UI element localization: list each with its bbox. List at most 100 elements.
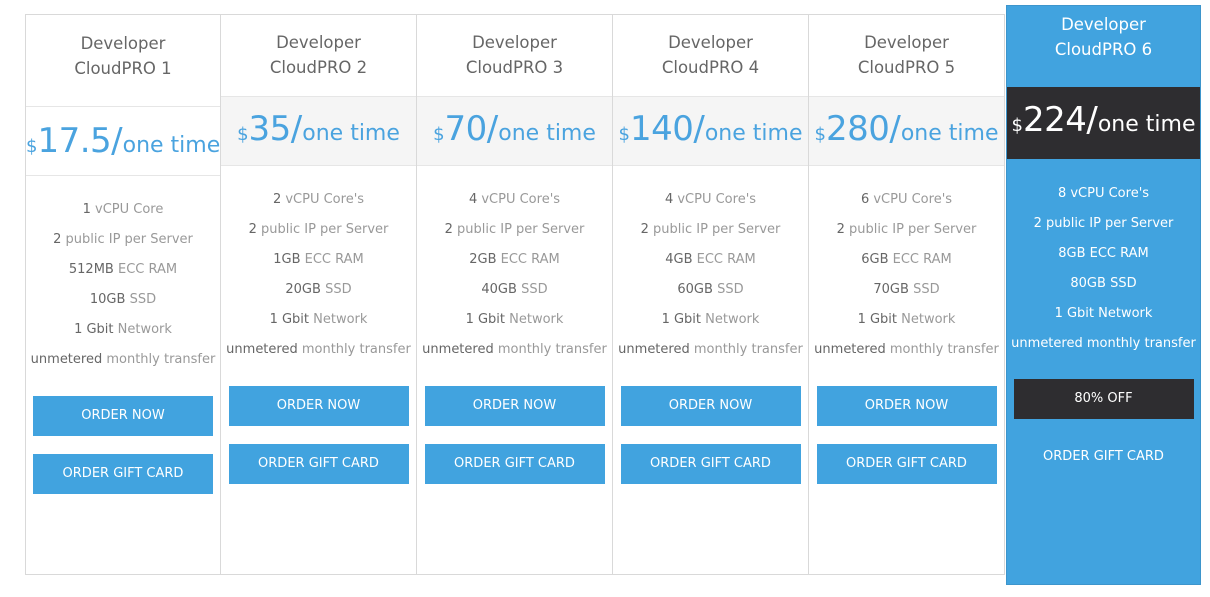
feature-value: 1 Gbit (857, 312, 898, 327)
feature-label: Network (113, 322, 172, 337)
order-now-button[interactable]: ORDER NOW (816, 386, 997, 426)
plan-card-cloudpro-2: Developer CloudPRO 2 $35/one time 2 vCPU… (221, 14, 417, 575)
feature-label: monthly transfer (689, 342, 803, 357)
price-period: one time (900, 121, 999, 146)
feature-value: 1 Gbit (74, 322, 114, 337)
plan-price: $280/one time (809, 96, 1004, 166)
feature-label: public IP per Server (452, 222, 585, 237)
discount-80-off-button[interactable]: 80% OFF (1013, 379, 1194, 419)
feature-label: monthly transfer (1082, 336, 1196, 351)
feature-label: monthly transfer (885, 342, 999, 357)
feature-ssd: 70GB SSD (809, 275, 1004, 305)
price-slash: / (111, 121, 123, 161)
order-gift-card-button[interactable]: ORDER GIFT CARD (620, 444, 801, 484)
feature-network: 1 Gbit Network (417, 305, 612, 335)
feature-label: SSD (908, 282, 940, 297)
price-period: one time (302, 121, 400, 146)
feature-ssd: 20GB SSD (221, 275, 416, 305)
order-gift-card-button[interactable]: ORDER GIFT CARD (33, 454, 213, 494)
plan-title-line2: CloudPRO 1 (74, 59, 172, 78)
feature-value: 4 (664, 192, 674, 207)
feature-transfer: unmetered monthly transfer (221, 335, 416, 365)
plan-features: 4 vCPU Core's 2 public IP per Server 2GB… (417, 166, 612, 365)
plan-title: Developer CloudPRO 3 (417, 15, 612, 96)
feature-label: vCPU Core's (477, 192, 561, 207)
feature-vcpu: 4 vCPU Core's (417, 185, 612, 215)
feature-transfer: unmetered monthly transfer (1007, 329, 1200, 359)
feature-value: 1GB (273, 252, 301, 267)
price-slash: / (693, 109, 705, 149)
feature-value: 2 (444, 222, 453, 237)
feature-label: public IP per Server (1041, 216, 1174, 231)
order-gift-card-button[interactable]: ORDER GIFT CARD (816, 444, 997, 484)
plan-card-cloudpro-6: Developer CloudPRO 6 $224/one time 8 vCP… (1006, 5, 1201, 585)
price-currency: $ (433, 124, 445, 145)
feature-label: Network (505, 312, 564, 327)
price-amount: 70 (444, 109, 488, 149)
feature-label: Network (701, 312, 760, 327)
plan-title-line2: CloudPRO 3 (465, 58, 564, 77)
feature-transfer: unmetered monthly transfer (809, 335, 1004, 365)
plan-features: 6 vCPU Core's 2 public IP per Server 6GB… (809, 166, 1004, 365)
feature-value: 2 (640, 222, 649, 237)
price-slash: / (290, 109, 303, 149)
feature-label: vCPU Core's (673, 192, 757, 207)
plan-price: $224/one time (1007, 87, 1200, 159)
feature-value: 10GB (89, 292, 126, 307)
feature-label: Network (1094, 306, 1153, 321)
order-gift-card-button[interactable]: ORDER GIFT CARD (228, 444, 409, 484)
feature-ip: 2 public IP per Server (417, 215, 612, 245)
feature-label: public IP per Server (61, 232, 193, 247)
feature-ip: 2 public IP per Server (26, 225, 220, 255)
price-currency: $ (237, 124, 249, 145)
price-currency: $ (26, 136, 38, 157)
feature-value: 1 Gbit (269, 312, 310, 327)
plan-price: $140/one time (613, 96, 808, 166)
feature-value: unmetered (1011, 336, 1083, 351)
feature-value: 8GB (1058, 246, 1086, 261)
feature-network: 1 Gbit Network (26, 315, 220, 345)
price-currency: $ (814, 124, 826, 145)
plan-price: $17.5/one time (26, 106, 220, 176)
plan-title-line2: CloudPRO 4 (661, 58, 760, 77)
plan-title-line2: CloudPRO 5 (857, 58, 956, 77)
price-amount: 280 (825, 109, 890, 149)
price-slash: / (486, 109, 499, 149)
feature-value: 60GB (677, 282, 713, 297)
feature-value: 70GB (873, 282, 909, 297)
plan-title-line1: Developer (1061, 15, 1146, 34)
price-period: one time (1097, 112, 1196, 137)
order-now-button[interactable]: ORDER NOW (33, 396, 213, 436)
price-slash: / (1086, 100, 1098, 140)
plan-card-cloudpro-5: Developer CloudPRO 5 $280/one time 6 vCP… (809, 14, 1005, 575)
feature-label: vCPU Core's (869, 192, 953, 207)
feature-value: 1 Gbit (661, 312, 702, 327)
feature-value: 6 (860, 192, 870, 207)
price-amount: 17.5 (37, 121, 112, 161)
feature-ram: 6GB ECC RAM (809, 245, 1004, 275)
feature-label: vCPU Core (90, 202, 164, 217)
price-period: one time (122, 133, 221, 158)
order-now-button[interactable]: ORDER NOW (620, 386, 801, 426)
feature-label: SSD (320, 282, 352, 297)
order-now-button[interactable]: ORDER NOW (228, 386, 409, 426)
feature-label: public IP per Server (256, 222, 389, 237)
plan-features: 1 vCPU Core 2 public IP per Server 512MB… (26, 176, 220, 375)
order-gift-card-button[interactable]: ORDER GIFT CARD (1014, 437, 1194, 477)
feature-label: SSD (1105, 276, 1137, 291)
plan-price: $35/one time (221, 96, 416, 166)
feature-value: unmetered (422, 342, 494, 357)
plan-features: 4 vCPU Core's 2 public IP per Server 4GB… (613, 166, 808, 365)
feature-value: 2GB (469, 252, 497, 267)
plan-title-line2: CloudPRO 2 (269, 58, 368, 77)
price-currency: $ (1011, 115, 1023, 136)
feature-value: 512MB (68, 262, 114, 277)
price-slash: / (889, 109, 901, 149)
plan-title: Developer CloudPRO 1 (26, 15, 220, 106)
order-now-button[interactable]: ORDER NOW (424, 386, 605, 426)
feature-value: 1 Gbit (1054, 306, 1095, 321)
plan-title-line1: Developer (864, 33, 949, 52)
order-gift-card-button[interactable]: ORDER GIFT CARD (424, 444, 605, 484)
feature-value: 20GB (285, 282, 321, 297)
price-amount: 140 (629, 109, 694, 149)
